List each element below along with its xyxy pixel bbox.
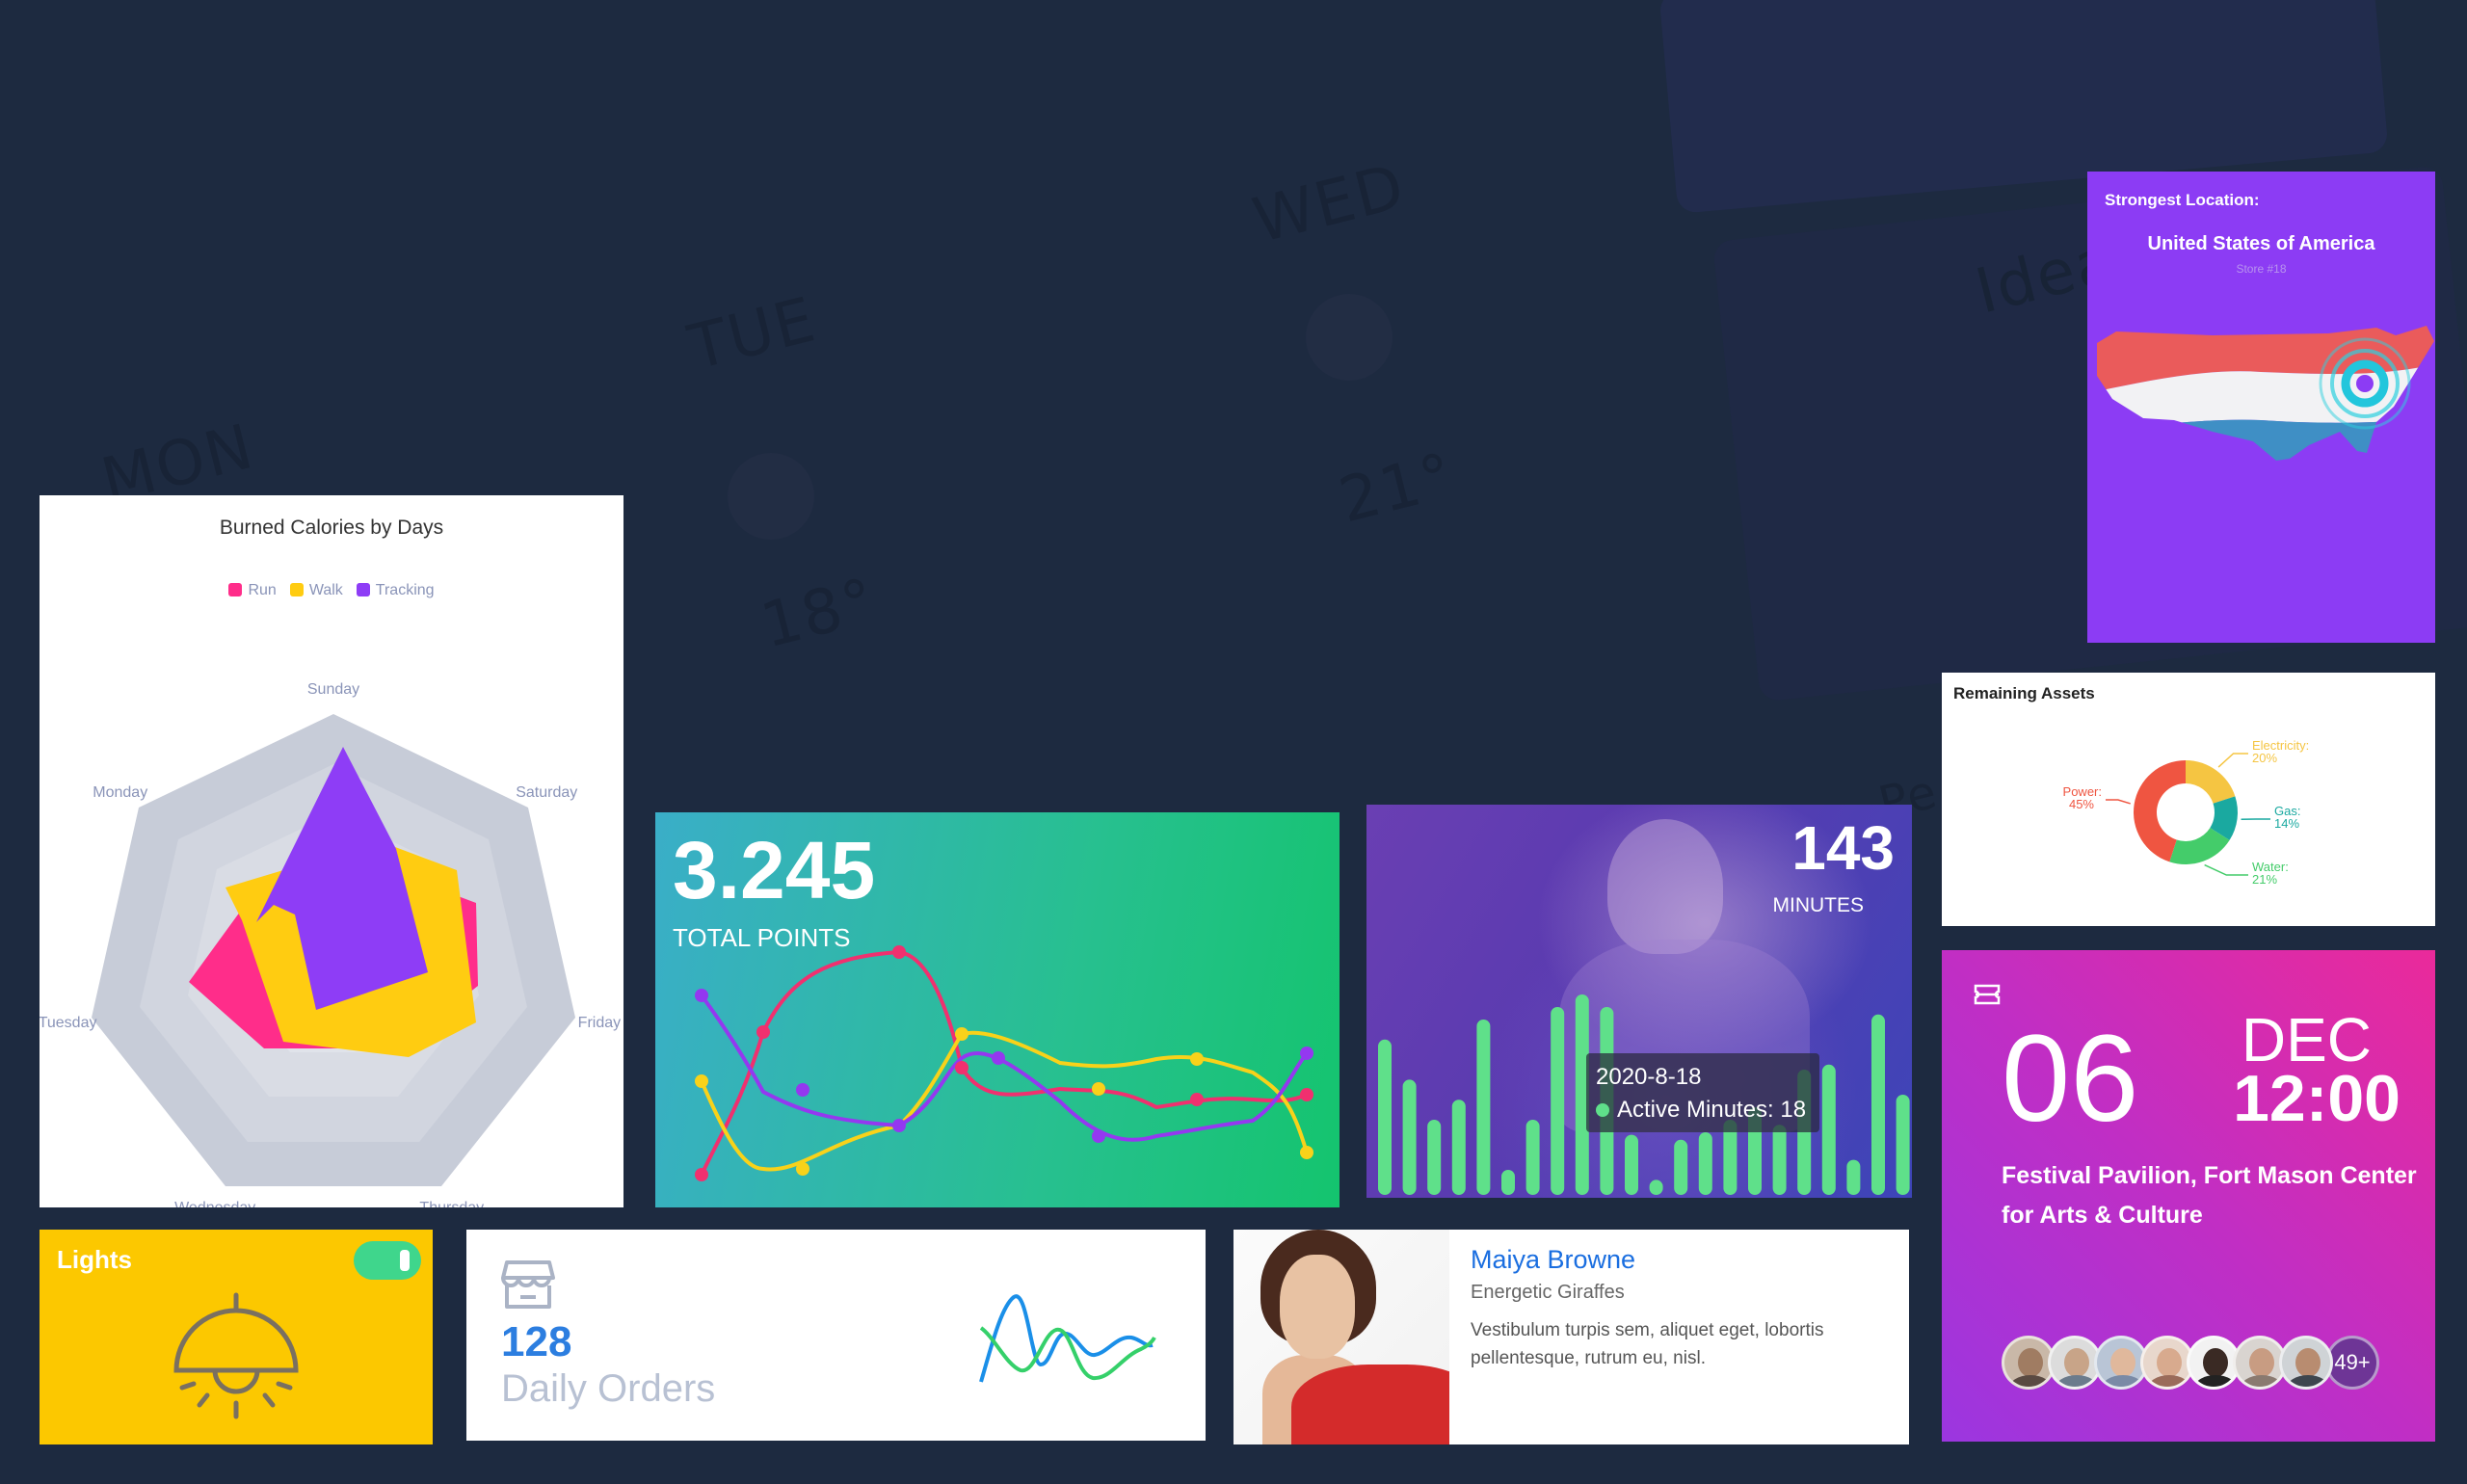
minutes-bar[interactable]: [1821, 1064, 1836, 1195]
minutes-bar[interactable]: [1378, 1039, 1392, 1195]
attendee-avatars: 49+: [2002, 1336, 2379, 1390]
photo-shirt: [1291, 1365, 1449, 1444]
event-venue: Festival Pavilion, Fort Mason Center for…: [2002, 1162, 2417, 1229]
minutes-bar[interactable]: [1772, 1125, 1787, 1195]
data-point[interactable]: [955, 1027, 968, 1041]
donut-label-line: [2204, 863, 2248, 876]
background-temperature: 18°: [754, 565, 884, 663]
donut-percent: 20%: [2252, 751, 2277, 765]
radar-axis-label: Saturday: [516, 783, 578, 801]
event-day: 06: [2002, 1010, 2139, 1148]
minutes-bar[interactable]: [1698, 1132, 1712, 1195]
orders-label: Daily Orders: [501, 1367, 716, 1410]
minutes-bar[interactable]: [1451, 1100, 1466, 1195]
background-temperature: 21°: [1332, 439, 1462, 538]
store-icon: [501, 1260, 555, 1309]
minutes-bar[interactable]: [1674, 1139, 1688, 1195]
radar-axis-label: Friday: [577, 1014, 622, 1031]
lamp-icon: [173, 1292, 299, 1419]
line-series-purple: [700, 994, 1309, 1142]
radar-axis-label: Sunday: [306, 681, 360, 698]
event-card[interactable]: 06 DEC 12:00 Festival Pavilion, Fort Mas…: [1942, 950, 2435, 1442]
radar-axis-label: Monday: [93, 783, 148, 801]
minutes-bar[interactable]: [1525, 1120, 1540, 1195]
data-point[interactable]: [796, 1083, 809, 1097]
donut-segment[interactable]: [2186, 760, 2236, 804]
minutes-bar[interactable]: [1402, 1079, 1417, 1195]
data-point[interactable]: [892, 945, 906, 959]
event-time: 12:00: [2233, 1062, 2401, 1135]
background-cloud-icon: [1306, 294, 1393, 381]
tooltip-date: 2020-8-18: [1596, 1064, 1702, 1090]
orders-count: 128: [501, 1318, 572, 1365]
background-day-label: WED: [1246, 150, 1413, 258]
data-point[interactable]: [955, 1061, 968, 1074]
profile-card[interactable]: Maiya Browne Energetic Giraffes Vestibul…: [1234, 1230, 1909, 1444]
data-point[interactable]: [892, 1119, 906, 1132]
profile-photo: [1234, 1230, 1449, 1444]
data-point[interactable]: [796, 1162, 809, 1176]
minutes-value: 143: [1791, 813, 1895, 883]
donut-label-line: [2217, 753, 2248, 768]
total-points-card: 3.245 TOTAL POINTS: [655, 812, 1340, 1207]
line-series-purple-points: [695, 989, 1313, 1143]
photo-face: [1280, 1255, 1355, 1359]
minutes-bar[interactable]: [1427, 1120, 1442, 1195]
data-point[interactable]: [1300, 1047, 1313, 1060]
minutes-bar[interactable]: [1896, 1095, 1910, 1195]
donut-percent: 21%: [2252, 872, 2277, 887]
profile-name[interactable]: Maiya Browne: [1471, 1245, 1635, 1275]
profile-description: Vestibulum turpis sem, aliquet eget, lob…: [1471, 1320, 1824, 1368]
minutes-bar[interactable]: [1476, 1020, 1491, 1195]
line-series-yellow: [700, 1030, 1309, 1172]
minutes-bar[interactable]: [1871, 1014, 1885, 1195]
radar-axis-label: Thursday: [419, 1200, 484, 1207]
strongest-location-card: Strongest Location: United States of Ame…: [2087, 172, 2435, 643]
minutes-label: MINUTES: [1772, 894, 1865, 916]
more-attendees-badge[interactable]: 49+: [2325, 1336, 2379, 1390]
data-point[interactable]: [695, 1074, 708, 1088]
usa-map-icon: [2097, 326, 2434, 461]
minutes-bar[interactable]: [1501, 1170, 1515, 1195]
assets-donut-chart: Electricity:20%Gas:14%Water:21%Power:45%: [2063, 738, 2310, 887]
data-point[interactable]: [1300, 1088, 1313, 1101]
orders-sparkline-green: [979, 1326, 1156, 1381]
data-point[interactable]: [1300, 1146, 1313, 1159]
ticket-icon: [1974, 984, 2001, 1005]
data-point[interactable]: [756, 1025, 770, 1039]
data-point[interactable]: [1190, 1052, 1204, 1066]
tooltip-dot-icon: [1596, 1103, 1609, 1117]
data-point[interactable]: [992, 1051, 1005, 1065]
data-point[interactable]: [695, 989, 708, 1002]
minutes-bar[interactable]: [1551, 1007, 1565, 1195]
minutes-bar[interactable]: [1625, 1134, 1638, 1195]
burned-calories-card: Burned Calories by Days Run Walk Trackin…: [40, 495, 623, 1207]
avatar[interactable]: [2279, 1336, 2333, 1390]
minutes-bar[interactable]: [1846, 1159, 1861, 1195]
radar-chart: [92, 714, 575, 1186]
remaining-assets-card: Remaining Assets Electricity: 20% Gas: 14% W…: [1942, 673, 2435, 926]
donut-percent: 14%: [2274, 816, 2299, 831]
minutes-bar[interactable]: [1649, 1179, 1663, 1195]
tooltip-value: Active Minutes: 18: [1617, 1097, 1807, 1123]
data-point[interactable]: [1092, 1082, 1105, 1096]
active-minutes-card: 143 MINUTES 2020-8-18 Active Minutes: 18: [1366, 805, 1912, 1198]
data-point[interactable]: [1190, 1093, 1204, 1106]
profile-team: Energetic Giraffes: [1471, 1282, 1625, 1303]
radar-axis-label: Wednesday: [174, 1200, 255, 1207]
lights-card: Lights: [40, 1230, 433, 1444]
points-line-chart: [695, 945, 1313, 1181]
background-day-label: TUE: [682, 284, 824, 384]
data-point[interactable]: [695, 1168, 708, 1181]
location-pin-icon[interactable]: [2319, 337, 2411, 430]
radar-axis-label: Tuesday: [40, 1014, 97, 1031]
donut-label-line: [2106, 799, 2131, 805]
donut-percent: 45%: [2069, 797, 2094, 811]
tooltip-row: Active Minutes: 18: [1596, 1094, 1810, 1126]
background-sun-icon: [728, 453, 814, 540]
chart-tooltip: 2020-8-18 Active Minutes: 18: [1586, 1053, 1819, 1132]
daily-orders-card: 128 Daily Orders: [466, 1230, 1206, 1441]
data-point[interactable]: [1092, 1129, 1105, 1143]
